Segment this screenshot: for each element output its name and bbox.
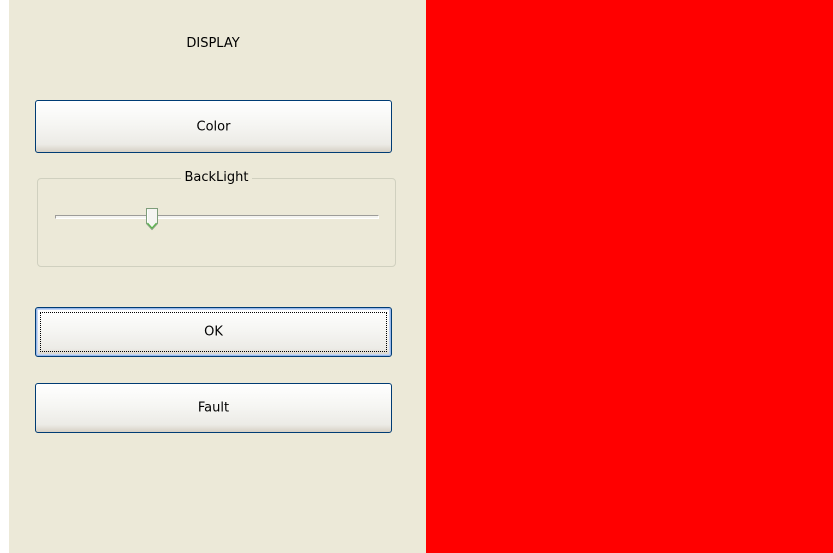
ok-button-label: OK bbox=[204, 324, 223, 340]
fault-button-label: Fault bbox=[197, 400, 230, 416]
backlight-slider[interactable] bbox=[55, 205, 379, 233]
backlight-slider-thumb[interactable] bbox=[145, 207, 159, 231]
color-button[interactable]: Color bbox=[35, 100, 392, 153]
ok-button[interactable]: OK bbox=[35, 307, 392, 357]
display-color-area bbox=[426, 0, 833, 553]
backlight-group: BackLight bbox=[37, 170, 396, 267]
app-window: DISPLAY Color BackLight OK Fault bbox=[0, 0, 833, 553]
panel-title: DISPLAY bbox=[186, 36, 240, 51]
backlight-slider-track[interactable] bbox=[55, 215, 379, 219]
control-panel: DISPLAY Color BackLight OK Fault bbox=[9, 0, 426, 553]
color-button-label: Color bbox=[196, 119, 231, 134]
fault-button[interactable]: Fault bbox=[35, 383, 392, 433]
backlight-label: BackLight bbox=[181, 170, 252, 185]
